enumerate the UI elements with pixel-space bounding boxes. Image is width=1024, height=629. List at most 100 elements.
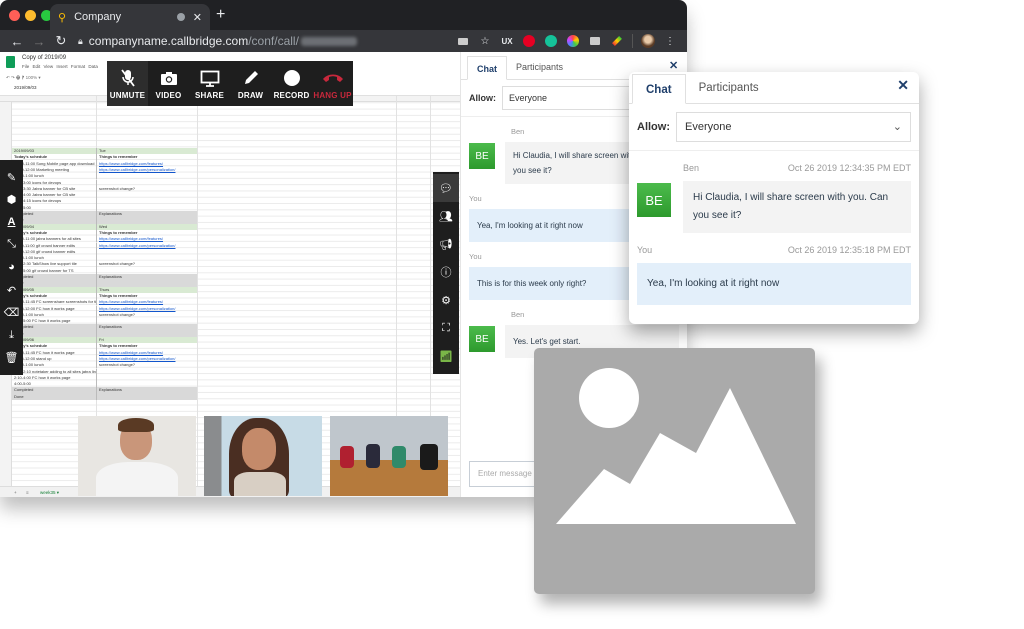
sheet-title: Copy of 2019/09 [22,55,67,61]
cell-a[interactable]: Done [12,394,96,400]
record-label: RECORD [273,91,310,100]
close-window-button[interactable] [9,10,20,21]
pinterest-icon[interactable] [518,33,540,49]
participants-icon[interactable]: 👥︎ [433,202,459,230]
message-bubble: Hi Claudia, I will share screen with you… [683,181,911,233]
title-bar: ⚲ Company ✕ + [0,0,687,30]
chat-bubble-icon[interactable]: 💬︎ [433,174,459,202]
message-sender: You [469,252,482,261]
unmute-button[interactable]: UNMUTE [107,61,148,106]
sheet-tab-week35[interactable]: week35 ▾ [40,490,59,496]
participant-top [234,472,286,496]
back-icon[interactable]: ← [6,34,28,49]
muted-microphone-icon [120,69,136,87]
reload-icon[interactable]: ↻ [50,33,72,49]
participant-shirt [96,462,178,496]
record-button[interactable]: RECORD [271,61,312,106]
video-tile-meeting-room[interactable] [330,416,448,496]
close-tab-icon[interactable]: ✕ [193,11,202,24]
forward-icon[interactable]: → [28,34,50,49]
drawing-toolbar: ✎ ⬢ A ⤡ ◕ ↶ ⌫ ⤓ 🗑︎ [0,160,23,375]
draw-label: DRAW [237,91,264,100]
cell-b[interactable] [96,393,197,400]
minimize-window-button[interactable] [25,10,36,21]
message-sender: Ben [683,163,700,173]
participant-hair [118,418,154,432]
meeting-side-toolbar: 💬︎ 👥︎ 📢︎ ⓘ ⚙ ⛶ 📶︎ [433,172,459,374]
connection-signal-icon: 📶︎ [439,350,453,363]
pencil-tool-icon[interactable]: ✎ [7,168,16,186]
allow-label: Allow: [637,121,670,133]
formula-bar: 2019/09/03 [14,85,37,90]
new-tab-button[interactable]: + [216,6,225,24]
share-button[interactable]: SHARE [189,61,230,106]
image-landscape-icon [556,368,796,524]
close-chat-icon[interactable]: ✕ [669,59,678,72]
close-chat-icon[interactable]: ✕ [897,77,909,94]
image-placeholder [534,348,815,594]
text-tool-icon[interactable]: A [8,213,16,231]
all-sheets-icon[interactable]: ≡ [26,490,29,495]
info-icon[interactable]: ⓘ [433,258,459,286]
avatar: BE [637,183,671,217]
tab-participants[interactable]: Participants [686,73,772,103]
avatar: BE [469,143,495,169]
grammarly-icon[interactable] [540,33,562,49]
share-label: SHARE [194,91,224,100]
address-bar[interactable]: 🔒︎ companyname.callbridge.com /conf/call… [78,31,452,51]
allow-select[interactable]: Everyone ⌄ [676,112,911,142]
ux-extension-icon[interactable]: UX [496,33,518,49]
favicon-icon: ⚲ [58,11,67,24]
trash-tool-icon[interactable]: 🗑︎ [5,349,19,367]
eraser-tool-icon[interactable]: ⌫ [4,304,20,322]
settings-gear-icon[interactable]: ⚙ [433,286,459,314]
colorzilla-icon[interactable] [606,33,628,49]
undo-tool-icon[interactable]: ↶ [7,281,16,299]
sheet-row[interactable]: Done [12,393,197,400]
chevron-down-icon: ⌄ [892,121,902,133]
tab-title: Company [74,11,122,23]
draw-button[interactable]: DRAW [230,61,271,106]
participant-person [340,446,354,468]
shapes-tool-icon[interactable]: ⬢ [7,191,17,209]
unmute-label: UNMUTE [109,91,146,100]
hang-up-button[interactable]: HANG UP [312,61,353,106]
url-host: companyname.callbridge.com [88,34,249,48]
message-time: Oct 26 2019 12:34:35 PM EDT [787,163,911,173]
url-id-redacted [300,36,357,46]
video-tile-man[interactable] [78,416,196,496]
menu-dots-icon[interactable]: ⋮ [659,33,681,49]
lock-icon: 🔒︎ [78,35,83,46]
video-camera-icon[interactable] [452,33,474,49]
color-fill-tool-icon[interactable]: ◕ [8,258,15,276]
screenshot-icon[interactable] [584,33,606,49]
monitor-icon [200,69,220,87]
tab-chat[interactable]: Chat [467,56,507,80]
record-circle-icon [283,69,301,87]
add-sheet-icon[interactable]: + [14,490,17,495]
phone-hang-up-icon [322,69,344,87]
sheet-toolbar: ↶ ↷ 🖶 ⁋ 100% ▾ [6,75,41,80]
avatar: BE [469,326,495,352]
sheets-logo-icon [6,56,15,68]
chat-message: Ben Oct 26 2019 12:34:35 PM EDT BE Hi Cla… [637,151,911,233]
color-picker-icon[interactable] [562,33,584,49]
toolbar-divider [632,34,633,48]
tab-participants[interactable]: Participants [507,55,572,79]
tab-chat[interactable]: Chat [632,74,686,104]
profile-avatar-icon[interactable] [637,33,659,49]
url-path: /conf/call/ [248,34,299,48]
sheet-menu: File Edit View Insert Format Data [22,64,98,69]
video-button[interactable]: VIDEO [148,61,189,106]
video-tile-woman[interactable] [204,416,322,496]
message-bubble: Yea, I'm looking at it right now [637,263,911,305]
bookmark-star-icon[interactable]: ☆ [474,33,496,49]
announce-megaphone-icon[interactable]: 📢︎ [433,230,459,258]
download-tool-icon[interactable]: ⤓ [9,326,14,344]
resize-tool-icon[interactable]: ⤡ [7,236,16,254]
allow-row: Allow: Everyone ⌄ [629,104,919,151]
fullscreen-icon[interactable]: ⛶ [433,314,459,342]
pencil-icon [242,69,260,87]
browser-tab[interactable]: ⚲ Company ✕ [50,4,210,30]
chat-tabs: Chat Participants [629,72,919,104]
